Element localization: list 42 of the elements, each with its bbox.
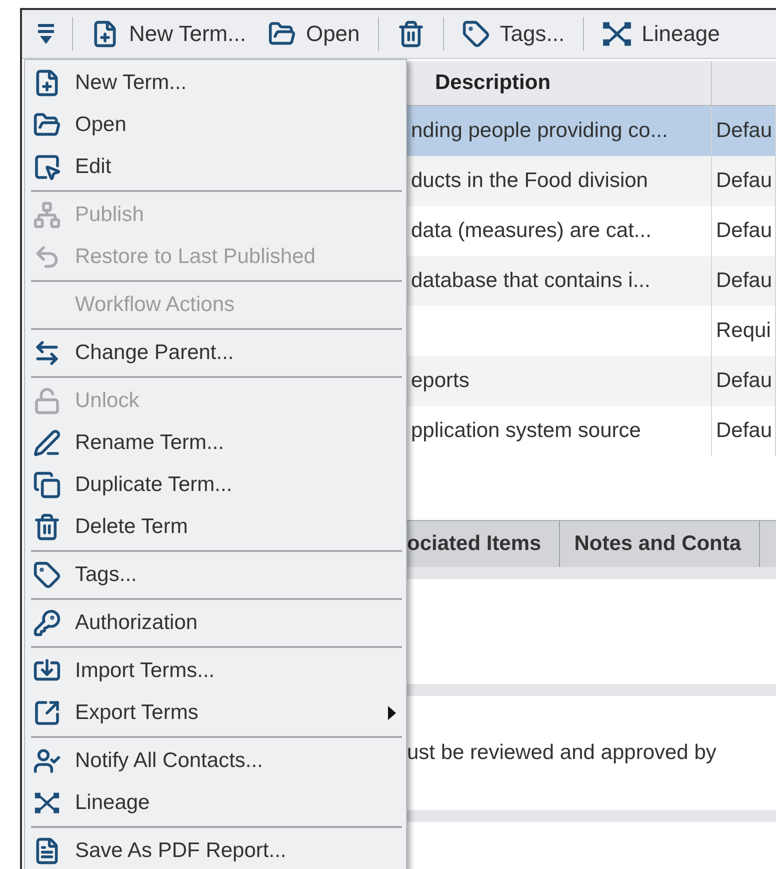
crossing-lines-icon	[602, 19, 632, 49]
key-icon	[33, 609, 61, 637]
crossing-lines-icon	[34, 790, 60, 816]
menu-item[interactable]: Rename Term...	[25, 422, 406, 464]
menu-item[interactable]: Open	[25, 104, 406, 146]
delete-icon	[33, 513, 61, 541]
menu-item[interactable]: New Term...	[25, 62, 406, 104]
menu-item[interactable]: Delete Term	[25, 506, 406, 548]
menu-item[interactable]: Notify All Contacts...	[25, 740, 406, 782]
menu-item[interactable]: Authorization	[25, 602, 406, 644]
swap-arrows-icon	[33, 339, 61, 367]
toolbar-button[interactable]: Open	[260, 16, 368, 52]
menu-item[interactable]: Edit	[25, 146, 406, 188]
network-icon	[33, 201, 61, 229]
table-row[interactable]: nding people providing co... Defau	[407, 106, 776, 156]
copy-icon	[33, 471, 61, 499]
table-row[interactable]: ducts in the Food division Defau	[407, 156, 776, 206]
pen-icon	[33, 429, 61, 457]
toolbar-button[interactable]: New Term...	[83, 16, 254, 52]
tag-icon	[462, 20, 490, 48]
dropdown-menu-icon	[38, 22, 54, 46]
tag-icon	[33, 561, 61, 589]
user-check-icon	[33, 747, 61, 775]
menu-item[interactable]: Import Terms...	[25, 650, 406, 692]
cursor-square-icon	[33, 153, 61, 181]
menu-item[interactable]: Lineage	[25, 782, 406, 824]
menu-item[interactable]: Export Terms	[25, 692, 406, 734]
unlock-icon	[33, 387, 61, 415]
menu-item[interactable]: Change Parent...	[25, 332, 406, 374]
description-text: ust be reviewed and approved by	[407, 741, 716, 765]
table-row[interactable]: eports Defau	[407, 356, 776, 406]
menu-item[interactable]: Save As PDF Report...	[25, 830, 406, 869]
delete-icon	[396, 20, 425, 48]
table-cell: pplication system source	[407, 406, 712, 456]
table-row[interactable]: database that contains i... Defau	[407, 256, 776, 306]
menu-section-header: Workflow Actions	[74, 292, 236, 318]
toolbar-button[interactable]: Tags...	[454, 16, 573, 52]
menu-item[interactable]: Tags...	[25, 554, 406, 596]
menu-item[interactable]: Duplicate Term...	[25, 464, 406, 506]
toolbar-button[interactable]: Lineage	[594, 15, 728, 53]
table-cell: Defau	[712, 406, 776, 456]
export-icon	[33, 699, 61, 727]
